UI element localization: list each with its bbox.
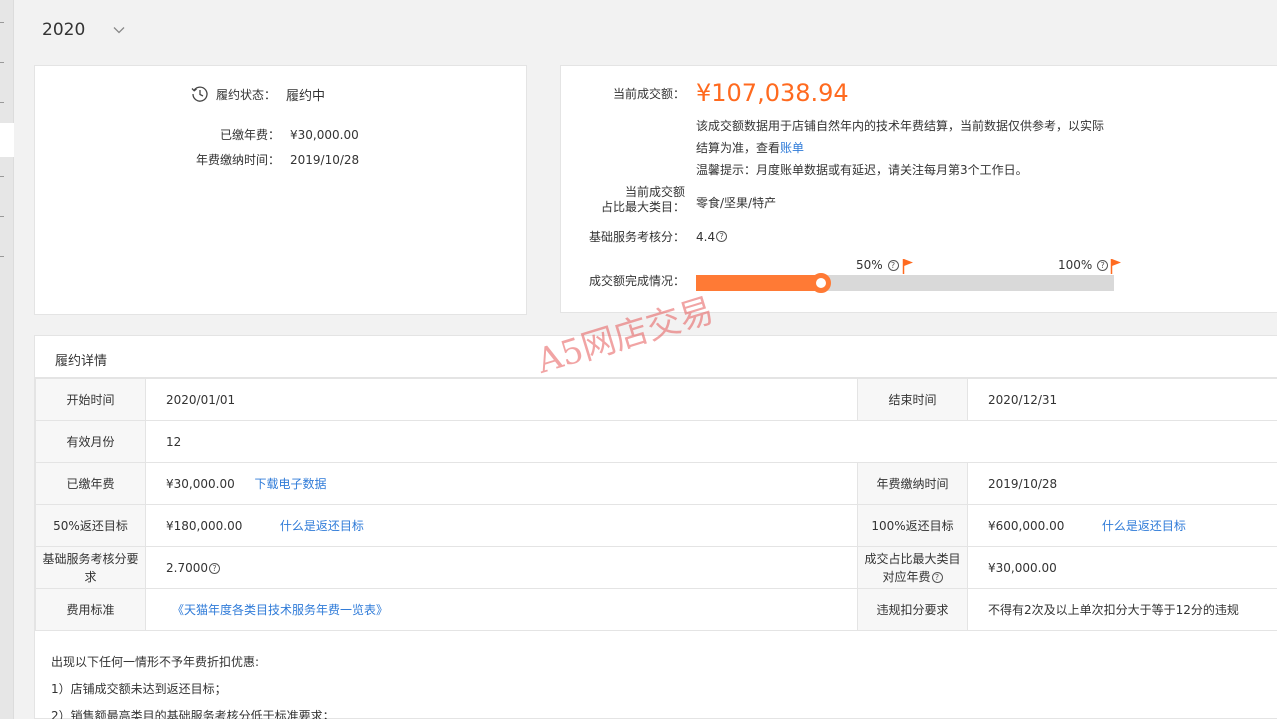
paid-fee-row: 已缴年费： ¥30,000.00 bbox=[160, 126, 359, 143]
note-line: 出现以下任何一情形不予年费折扣优惠: bbox=[51, 655, 260, 669]
desc-line-2: 结算为准，查看账单 bbox=[696, 137, 1104, 159]
return-100-value: ¥600,000.00 bbox=[988, 519, 1065, 533]
turnover-progress-bar bbox=[696, 273, 1114, 293]
what-is-return-target-link[interactable]: 什么是返还目标 bbox=[280, 519, 364, 533]
table-row: 基础服务考核分要求 2.7000? 成交占比最大类目对应年费? ¥30,000.… bbox=[35, 546, 1277, 589]
category-fee-label: 成交占比最大类目对应年费? bbox=[857, 546, 968, 589]
score-req-value: 2.7000 bbox=[166, 560, 208, 575]
category-fee-label-text: 成交占比最大类目对应年费 bbox=[864, 551, 961, 584]
fee-standard-cell: 《天猫年度各类目技术服务年费一览表》 bbox=[145, 588, 858, 631]
current-turnover-row: 当前成交额： ¥107,038.94 bbox=[580, 79, 849, 107]
status-value: 履约中 bbox=[286, 88, 326, 104]
return-100-cell: ¥600,000.00 什么是返还目标 bbox=[967, 504, 1277, 547]
turnover-description: 该成交额数据用于店铺自然年内的技术年费结算，当前数据仅供参考，以实际 结算为准，… bbox=[696, 115, 1104, 181]
pay-time-label: 年费缴纳时间 bbox=[857, 462, 968, 505]
table-row: 费用标准 《天猫年度各类目技术服务年费一览表》 违规扣分要求 不得有2次及以上单… bbox=[35, 588, 1277, 631]
progress-fill bbox=[696, 275, 821, 291]
status-label: 履约状态： bbox=[216, 87, 277, 102]
status-row: 履约状态： 履约中 bbox=[190, 84, 325, 104]
history-icon bbox=[191, 86, 208, 102]
fee-value: ¥30,000.00 bbox=[166, 477, 235, 491]
help-icon[interactable]: ? bbox=[716, 231, 728, 242]
return-50-label: 50%返还目标 bbox=[35, 504, 146, 547]
download-data-link[interactable]: 下载电子数据 bbox=[255, 477, 327, 491]
top-category-label-1: 当前成交额 bbox=[624, 185, 685, 199]
nav-tick bbox=[0, 22, 4, 23]
service-score-row: 基础服务考核分： 4.4 ? bbox=[580, 228, 728, 245]
detail-title: 履约详情 bbox=[55, 354, 108, 369]
note-line: 2）销售额最高类目的基础服务考核分低于标准要求； bbox=[51, 709, 335, 719]
milestone-50-label: 50% bbox=[856, 258, 883, 272]
nav-active-item[interactable] bbox=[0, 123, 14, 157]
current-turnover-value: ¥107,038.94 bbox=[696, 79, 849, 107]
pay-time-row: 年费缴纳时间： 2019/10/28 bbox=[160, 151, 359, 168]
return-50-value: ¥180,000.00 bbox=[166, 519, 243, 533]
left-nav-strip bbox=[0, 0, 14, 719]
flag-icon bbox=[902, 259, 913, 274]
desc-line-2-text: 结算为准，查看 bbox=[696, 141, 781, 155]
progress-knob[interactable] bbox=[811, 273, 831, 293]
start-value: 2020/01/01 bbox=[145, 378, 858, 421]
score-req-label: 基础服务考核分要求 bbox=[35, 546, 146, 589]
milestone-100: 100% ? bbox=[1058, 258, 1109, 272]
paid-fee-value: ¥30,000.00 bbox=[290, 127, 359, 142]
current-turnover-label: 当前成交额： bbox=[612, 86, 685, 101]
score-req-cell: 2.7000? bbox=[145, 546, 858, 589]
detail-table: 开始时间 2020/01/01 结束时间 2020/12/31 有效月份 12 … bbox=[35, 378, 1277, 631]
completion-row: 成交额完成情况： bbox=[580, 272, 685, 289]
bill-link[interactable]: 账单 bbox=[780, 141, 804, 155]
fee-cell: ¥30,000.00 下载电子数据 bbox=[145, 462, 858, 505]
milestone-100-label: 100% bbox=[1058, 258, 1093, 272]
contract-detail-panel: 履约详情 开始时间 2020/01/01 结束时间 2020/12/31 有效月… bbox=[34, 335, 1277, 719]
pay-time-value: 2019/10/28 bbox=[967, 462, 1277, 505]
table-row: 有效月份 12 bbox=[35, 420, 1277, 463]
completion-label: 成交额完成情况： bbox=[588, 274, 685, 288]
top-category-label-2: 占比最大类目： bbox=[600, 200, 685, 214]
nav-tick bbox=[0, 216, 4, 217]
pay-time-label: 年费缴纳时间： bbox=[195, 153, 280, 167]
desc-line-1: 该成交额数据用于店铺自然年内的技术年费结算，当前数据仅供参考，以实际 bbox=[696, 119, 1105, 133]
months-label: 有效月份 bbox=[35, 420, 146, 463]
year-value: 2020 bbox=[42, 20, 86, 40]
paid-fee-label: 已缴年费： bbox=[219, 128, 280, 142]
fee-label: 已缴年费 bbox=[35, 462, 146, 505]
table-row: 已缴年费 ¥30,000.00 下载电子数据 年费缴纳时间 2019/10/28 bbox=[35, 462, 1277, 505]
pay-time-value: 2019/10/28 bbox=[290, 152, 360, 167]
chevron-down-icon bbox=[113, 27, 125, 34]
nav-tick bbox=[0, 62, 4, 63]
months-value: 12 bbox=[145, 420, 1277, 463]
category-fee-value: ¥30,000.00 bbox=[967, 546, 1277, 589]
table-row: 开始时间 2020/01/01 结束时间 2020/12/31 bbox=[35, 378, 1277, 421]
service-score-label: 基础服务考核分： bbox=[588, 230, 685, 244]
nav-tick bbox=[0, 176, 4, 177]
fee-standard-link[interactable]: 《天猫年度各类目技术服务年费一览表》 bbox=[172, 603, 388, 617]
return-100-label: 100%返还目标 bbox=[857, 504, 968, 547]
return-50-cell: ¥180,000.00 什么是返还目标 bbox=[145, 504, 858, 547]
help-icon[interactable]: ? bbox=[931, 571, 943, 583]
end-label: 结束时间 bbox=[857, 378, 968, 421]
table-row: 50%返还目标 ¥180,000.00 什么是返还目标 100%返还目标 ¥60… bbox=[35, 504, 1277, 547]
help-icon[interactable]: ? bbox=[209, 562, 220, 574]
desc-line-3: 温馨提示：月度账单数据或有延迟，请关注每月第3个工作日。 bbox=[696, 163, 1028, 177]
nav-tick bbox=[0, 102, 4, 103]
help-icon[interactable]: ? bbox=[1097, 260, 1109, 271]
start-label: 开始时间 bbox=[35, 378, 146, 421]
discount-notes: 出现以下任何一情形不予年费折扣优惠: 1）店铺成交额未达到返还目标； 2）销售额… bbox=[51, 649, 335, 719]
penalty-value: 不得有2次及以上单次扣分大于等于12分的违规 bbox=[967, 588, 1277, 631]
milestone-50: 50% ? bbox=[856, 258, 899, 272]
note-line: 1）店铺成交额未达到返还目标； bbox=[51, 682, 227, 696]
help-icon[interactable]: ? bbox=[887, 260, 899, 271]
year-dropdown[interactable]: 2020 bbox=[42, 18, 125, 42]
penalty-label: 违规扣分要求 bbox=[857, 588, 968, 631]
service-score-value: 4.4 bbox=[696, 229, 716, 244]
flag-icon bbox=[1110, 259, 1121, 274]
nav-tick bbox=[0, 256, 4, 257]
end-value: 2020/12/31 bbox=[967, 378, 1277, 421]
top-category-value: 零食/坚果/特产 bbox=[696, 196, 777, 210]
fee-standard-label: 费用标准 bbox=[35, 588, 146, 631]
what-is-return-target-link[interactable]: 什么是返还目标 bbox=[1102, 519, 1186, 533]
top-category-label: 当前成交额 占比最大类目： bbox=[580, 185, 685, 215]
